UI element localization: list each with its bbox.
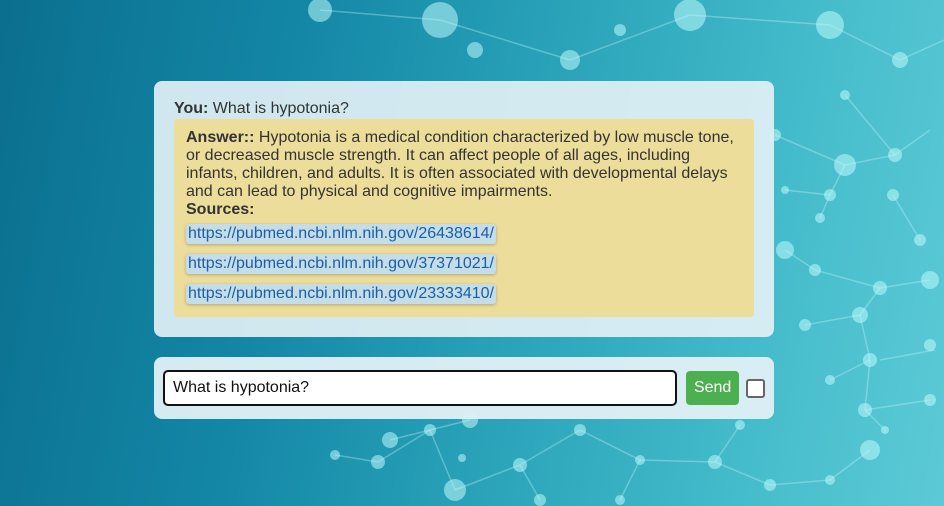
answer-text: Hypotonia is a medical condition charact… bbox=[186, 129, 734, 200]
option-checkbox[interactable] bbox=[746, 378, 765, 398]
answer-text-block: Answer:: Hypotonia is a medical conditio… bbox=[186, 129, 742, 201]
sources-label: Sources: bbox=[186, 201, 255, 218]
source-link[interactable]: https://pubmed.ncbi.nlm.nih.gov/23333410… bbox=[186, 284, 496, 304]
you-label: You: bbox=[174, 100, 209, 117]
chat-panel: You: What is hypotonia? Answer:: Hypoton… bbox=[154, 81, 774, 337]
source-link[interactable]: https://pubmed.ncbi.nlm.nih.gov/26438614… bbox=[186, 224, 496, 244]
sources-list: https://pubmed.ncbi.nlm.nih.gov/26438614… bbox=[186, 219, 742, 304]
input-panel: Send bbox=[154, 357, 774, 419]
source-link[interactable]: https://pubmed.ncbi.nlm.nih.gov/37371021… bbox=[186, 254, 496, 274]
answer-label: Answer:: bbox=[186, 129, 255, 146]
answer-box: Answer:: Hypotonia is a medical conditio… bbox=[174, 119, 754, 317]
user-message: You: What is hypotonia? bbox=[174, 100, 754, 118]
send-button[interactable]: Send bbox=[686, 371, 740, 405]
user-question: What is hypotonia? bbox=[208, 100, 349, 117]
question-input[interactable] bbox=[163, 370, 678, 406]
